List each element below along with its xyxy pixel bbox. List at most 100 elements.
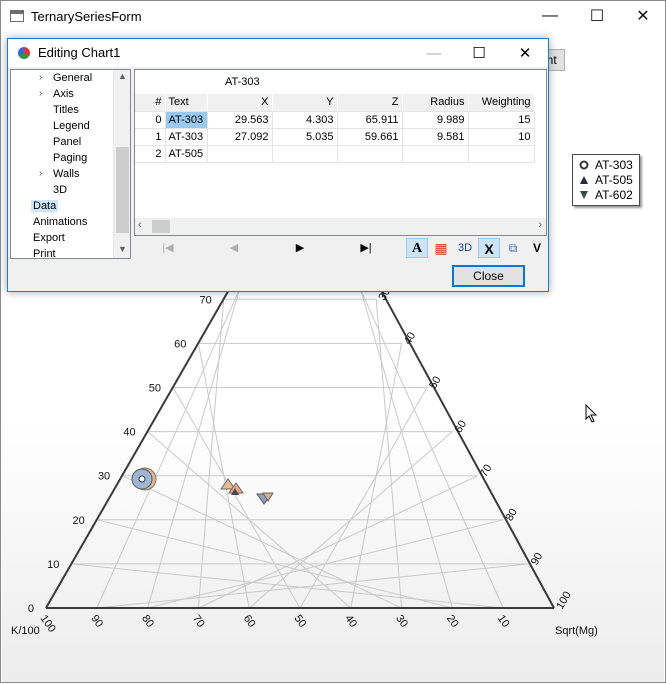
col-header-radius[interactable]: Radius — [402, 94, 469, 112]
cell-z[interactable]: 65.911 — [337, 111, 403, 129]
table-row[interactable]: 2 AT-505 — [135, 145, 535, 163]
cell-radius[interactable]: 9.989 — [402, 111, 469, 129]
chevron-right-icon[interactable]: › — [39, 72, 42, 83]
scroll-up-icon[interactable]: ▲ — [114, 71, 130, 81]
chart-legend[interactable]: AT-303 AT-505 AT-602 — [572, 154, 640, 206]
right-tick-label: 50 — [427, 374, 444, 391]
cell-weighting[interactable] — [468, 145, 535, 163]
tree-item-panel[interactable]: Panel — [53, 134, 81, 150]
grid-line-left — [71, 563, 504, 609]
left-tick-label: 60 — [174, 338, 186, 350]
next-record-button[interactable]: ▶ — [284, 238, 316, 258]
legend-item[interactable]: AT-505 — [573, 172, 639, 187]
tree-item-walls[interactable]: Walls — [53, 166, 79, 182]
options-tree[interactable]: General › Axis › Titles Legend Panel Pag… — [10, 69, 131, 259]
row-index: 2 — [135, 145, 166, 163]
scroll-left-icon[interactable]: ‹ — [138, 219, 142, 231]
left-axis-label: K/100 — [11, 625, 40, 637]
bottom-tick-label: 50 — [292, 613, 309, 630]
bottom-tick-label: 20 — [444, 613, 461, 630]
cell-weighting[interactable]: 15 — [468, 111, 535, 129]
chevron-right-icon[interactable]: › — [39, 88, 42, 99]
copy-icon[interactable]: ⧉ — [502, 238, 524, 258]
legend-item[interactable]: AT-303 — [573, 157, 639, 172]
cell-y[interactable] — [272, 145, 338, 163]
col-header-z[interactable]: Z — [337, 94, 403, 112]
dialog-maximize-button[interactable]: ☐ — [459, 39, 499, 67]
right-tick-label: 60 — [453, 418, 470, 435]
table-row[interactable]: 1 AT-303 27.092 5.035 59.661 9.581 10 — [135, 128, 535, 146]
tree-item-general[interactable]: General — [53, 70, 92, 86]
cell-weighting[interactable]: 10 — [468, 128, 535, 146]
grid-horizontal-scrollbar[interactable]: ‹ › — [135, 218, 546, 235]
cell-z[interactable] — [337, 145, 403, 163]
right-tick-label: 100 — [554, 590, 574, 612]
right-tick-label: 70 — [478, 463, 495, 480]
last-record-button[interactable]: ▶| — [350, 238, 382, 258]
col-header-index[interactable]: # — [135, 94, 166, 112]
scroll-right-icon[interactable]: › — [538, 219, 542, 231]
delete-row-icon[interactable]: X — [478, 238, 500, 258]
ternary-frame — [45, 280, 555, 609]
data-grid[interactable]: AT-303 # Text X Y Z Radius Weighting 0 A… — [134, 69, 547, 236]
cell-radius[interactable]: 9.581 — [402, 128, 469, 146]
tree-item-paging[interactable]: Paging — [53, 150, 87, 166]
3d-toggle-button[interactable]: 3D — [454, 238, 476, 258]
dialog-titlebar[interactable]: Editing Chart1 — ☐ ✕ — [8, 39, 548, 67]
tree-item-axis[interactable]: Axis — [53, 86, 74, 102]
chevron-right-icon[interactable]: › — [39, 168, 42, 179]
tree-item-data[interactable]: Data — [31, 198, 59, 214]
cell-y[interactable]: 5.035 — [272, 128, 338, 146]
col-header-weighting[interactable]: Weighting — [468, 94, 535, 112]
bottom-tick-label: 70 — [190, 613, 207, 630]
tree-item-3d[interactable]: 3D — [53, 182, 67, 198]
grid-scroll-thumb[interactable] — [152, 220, 170, 233]
dialog-minimize-button[interactable]: — — [414, 39, 454, 67]
left-tick-label: 10 — [47, 559, 59, 571]
legend-item[interactable]: AT-602 — [573, 187, 639, 202]
cell-x[interactable]: 27.092 — [207, 128, 273, 146]
cell-radius[interactable] — [402, 145, 469, 163]
col-header-x[interactable]: X — [207, 94, 273, 112]
bottom-tick-label: 30 — [393, 613, 410, 630]
data-table[interactable]: # Text X Y Z Radius Weighting 0 AT-303 2… — [135, 94, 535, 163]
table-header-row: # Text X Y Z Radius Weighting — [135, 94, 535, 112]
tree-item-print[interactable]: Print — [33, 246, 56, 258]
point-at505-a — [220, 478, 244, 495]
tree-item-titles[interactable]: Titles — [53, 102, 79, 118]
cell-y[interactable]: 4.303 — [272, 111, 338, 129]
col-header-y[interactable]: Y — [272, 94, 338, 112]
color-palette-icon[interactable]: ▦ — [430, 238, 452, 258]
cell-x[interactable] — [207, 145, 273, 163]
dialog-title: Editing Chart1 — [38, 45, 121, 60]
scroll-down-icon[interactable]: ▼ — [114, 244, 130, 254]
more-options-button[interactable]: V — [526, 238, 548, 258]
right-axis-label: Sqrt(Mg) — [555, 625, 598, 637]
tree-scroll-thumb[interactable] — [116, 147, 129, 233]
row-index: 1 — [135, 128, 166, 146]
data-points — [131, 467, 274, 505]
prev-record-button[interactable]: ◀ — [218, 238, 250, 258]
tree-item-legend[interactable]: Legend — [53, 118, 90, 134]
legend-label: AT-505 — [595, 172, 633, 187]
legend-label: AT-602 — [595, 187, 633, 202]
cell-text[interactable]: AT-505 — [165, 145, 208, 163]
tree-scrollbar[interactable]: ▲ ▼ — [113, 70, 130, 258]
first-record-button[interactable]: |◀ — [152, 238, 184, 258]
tree-item-export[interactable]: Export — [33, 230, 65, 246]
tree-item-animations[interactable]: Animations — [33, 214, 87, 230]
left-tick-label: 30 — [98, 471, 110, 483]
font-button[interactable]: A — [406, 238, 428, 258]
chart-editor-icon — [18, 47, 30, 59]
right-edge — [375, 280, 555, 609]
cell-x[interactable]: 29.563 — [207, 111, 273, 129]
cell-z[interactable]: 59.661 — [337, 128, 403, 146]
close-button[interactable]: Close — [452, 265, 525, 287]
col-header-text[interactable]: Text — [165, 94, 208, 112]
left-tick-label: 40 — [123, 427, 135, 439]
table-row[interactable]: 0 AT-303 29.563 4.303 65.911 9.989 15 — [135, 111, 535, 129]
dialog-close-button[interactable]: ✕ — [505, 39, 545, 67]
cell-text[interactable]: AT-303 — [165, 128, 208, 146]
mouse-cursor-icon — [585, 404, 598, 423]
cell-text[interactable]: AT-303 — [165, 111, 208, 129]
